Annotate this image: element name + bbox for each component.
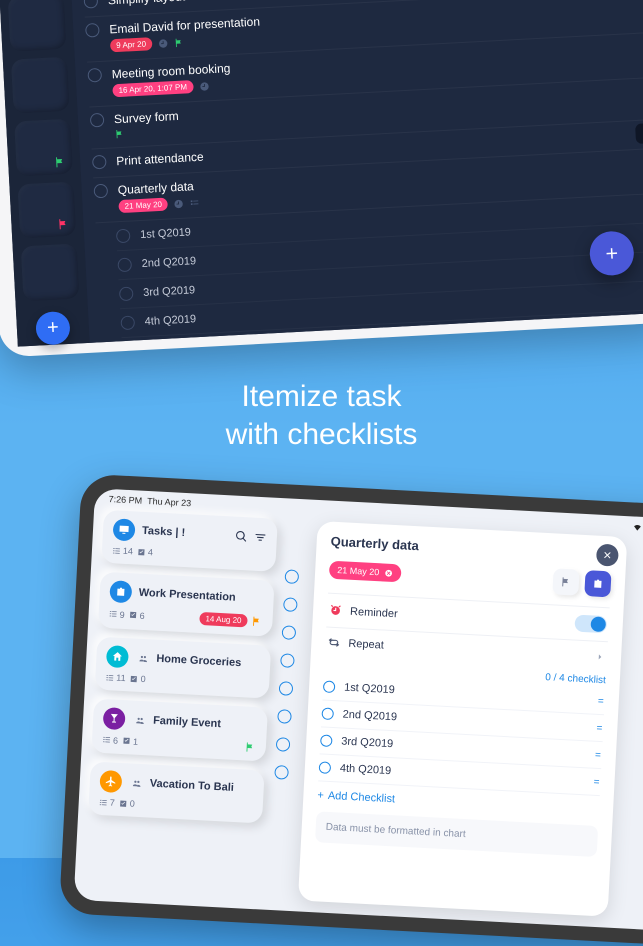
- repeat-label: Repeat: [348, 637, 384, 651]
- board-panel: Tasks | ! 14 4 Work Presentation 9 6 14: [84, 510, 278, 899]
- card-title: Vacation To Bali: [150, 778, 235, 794]
- collapse-button[interactable]: [635, 123, 643, 144]
- search-icon[interactable]: [235, 529, 249, 543]
- bottom-tablet: 7:26 PM Thu Apr 23 100% Tasks | ! 14 4: [59, 474, 643, 946]
- status-time: 7:26 PM: [108, 494, 142, 506]
- card-title: Tasks | !: [142, 525, 186, 539]
- date-badge: 9 Apr 20: [110, 37, 152, 52]
- radio-icon: [280, 653, 295, 668]
- flag-button[interactable]: [552, 568, 579, 595]
- home-icon: [106, 645, 129, 668]
- headline-line2: with checklists: [0, 416, 643, 454]
- side-card[interactable]: [11, 56, 70, 113]
- top-tablet: + Simplify layout Email David for presen…: [0, 0, 643, 358]
- drag-handle-icon[interactable]: =: [596, 722, 603, 733]
- clock-icon: [174, 198, 185, 209]
- drag-handle-icon[interactable]: =: [598, 695, 605, 706]
- radio-icon[interactable]: [84, 0, 99, 9]
- task-title: Print attendance: [116, 150, 204, 169]
- sub-title: 4th Q2019: [144, 313, 196, 328]
- radio-icon: [284, 569, 299, 584]
- sub-title: 2nd Q2019: [141, 255, 196, 270]
- briefcase-button[interactable]: [584, 570, 611, 597]
- people-icon: [134, 715, 146, 725]
- radio-icon[interactable]: [87, 68, 102, 83]
- date-badge: 14 Aug 20: [199, 612, 248, 627]
- board-card-work[interactable]: Work Presentation 9 6 14 Aug 20: [98, 572, 275, 637]
- radio-icon[interactable]: [321, 707, 334, 720]
- plane-icon: [99, 770, 122, 793]
- task-detail-popup: Quarterly data 21 May 20 Reminder Repeat…: [298, 521, 627, 917]
- checklist-icon: [190, 197, 201, 208]
- date-badge: 16 Apr 20, 1:07 PM: [112, 80, 193, 97]
- radio-icon[interactable]: [323, 680, 336, 693]
- radio-icon: [282, 625, 297, 640]
- radio-icon: [274, 765, 289, 780]
- task-title: Simplify layout: [108, 0, 186, 7]
- add-button[interactable]: +: [35, 311, 71, 346]
- people-icon: [137, 653, 149, 663]
- radio-icon[interactable]: [85, 23, 100, 38]
- monitor-icon: [113, 518, 136, 541]
- radio-icon: [279, 681, 294, 696]
- bottom-screen: 7:26 PM Thu Apr 23 100% Tasks | ! 14 4: [74, 488, 643, 931]
- clock-icon: [199, 81, 210, 92]
- repeat-icon: [327, 636, 341, 650]
- drag-handle-icon[interactable]: =: [595, 749, 602, 760]
- radio-icon[interactable]: [320, 734, 333, 747]
- drag-handle-icon[interactable]: =: [593, 776, 600, 787]
- radio-icon[interactable]: [117, 258, 132, 273]
- radio-icon: [276, 737, 291, 752]
- chevron-right-icon: [595, 651, 606, 662]
- close-button[interactable]: [596, 544, 619, 567]
- board-card-vacation[interactable]: Vacation To Bali 7 0: [88, 761, 265, 823]
- task-title: Survey form: [114, 109, 179, 126]
- briefcase-icon: [109, 580, 132, 603]
- flag-icon: [251, 616, 263, 628]
- flag-icon: [245, 741, 257, 753]
- board-card-groceries[interactable]: Home Groceries 11 0: [95, 637, 272, 699]
- headline: Itemize task with checklists: [0, 378, 643, 453]
- card-title: Family Event: [153, 715, 221, 731]
- side-card[interactable]: [21, 244, 80, 301]
- task-list: Simplify layout Email David for presenta…: [71, 0, 643, 343]
- radio-icon[interactable]: [120, 315, 135, 330]
- board-card-tasks[interactable]: Tasks | ! 14 4: [101, 510, 278, 572]
- sort-icon[interactable]: [254, 530, 268, 544]
- radio-icon[interactable]: [119, 287, 134, 302]
- card-title: Work Presentation: [138, 587, 235, 604]
- flag-icon: [115, 129, 126, 140]
- alarm-icon: [329, 604, 343, 618]
- reminder-toggle[interactable]: [574, 615, 607, 634]
- date-pill[interactable]: 21 May 20: [329, 561, 402, 583]
- side-card[interactable]: [8, 0, 67, 51]
- sub-title: 3rd Q2019: [143, 284, 196, 299]
- flag-icon: [57, 218, 70, 231]
- reminder-label: Reminder: [350, 605, 398, 619]
- radio-icon[interactable]: [92, 155, 107, 170]
- flag-icon: [54, 156, 67, 169]
- side-card[interactable]: [17, 181, 76, 238]
- sub-title: 1st Q2019: [140, 226, 191, 241]
- date-badge: 21 May 20: [118, 198, 168, 214]
- radio-icon[interactable]: [319, 761, 332, 774]
- headline-line1: Itemize task: [0, 378, 643, 416]
- radio-icon: [277, 709, 292, 724]
- stat-list: 14: [112, 545, 134, 556]
- glass-icon: [103, 707, 126, 730]
- clock-icon: [158, 38, 169, 49]
- side-card[interactable]: [14, 119, 73, 176]
- stat-done: 4: [137, 547, 154, 558]
- top-screen: + Simplify layout Email David for presen…: [0, 0, 643, 347]
- wifi-icon: [632, 522, 643, 532]
- radio-icon[interactable]: [116, 229, 131, 244]
- radio-icon[interactable]: [93, 184, 108, 199]
- radio-icon[interactable]: [90, 113, 105, 128]
- radio-icon: [283, 597, 298, 612]
- card-title: Home Groceries: [156, 653, 241, 669]
- people-icon: [131, 778, 143, 788]
- flag-icon: [174, 37, 185, 48]
- board-card-family[interactable]: Family Event 6 1: [91, 699, 268, 762]
- task-title: Quarterly data: [117, 179, 194, 197]
